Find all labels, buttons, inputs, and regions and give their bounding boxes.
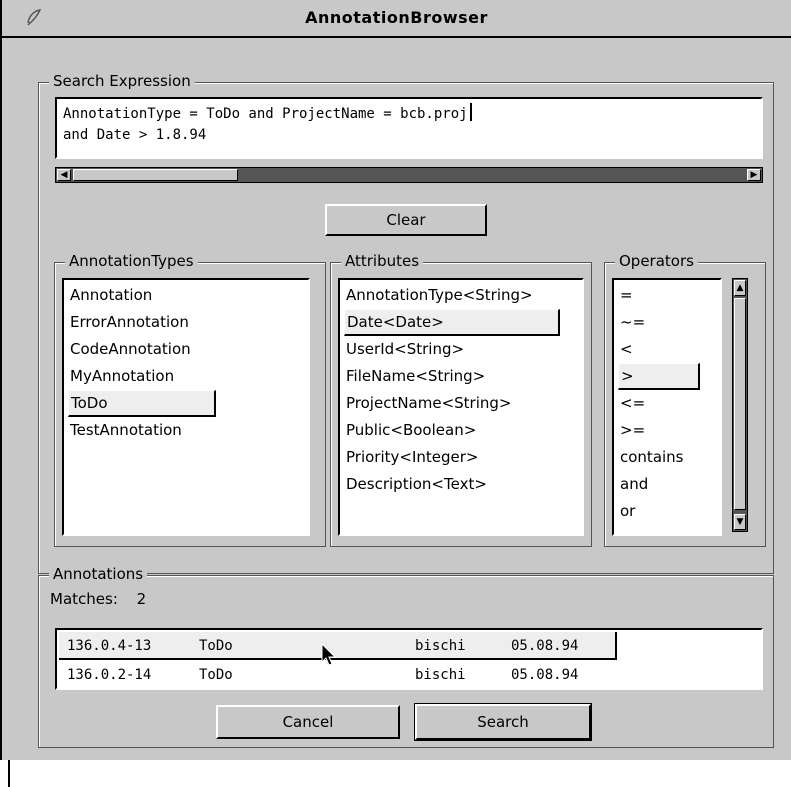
annotation-id: 136.0.4-13	[67, 638, 152, 654]
attributes-list[interactable]: AnnotationType<String> Date<Date> UserId…	[338, 278, 584, 536]
annotations-label: Annotations	[49, 565, 148, 583]
list-item[interactable]: contains	[618, 444, 684, 471]
matches-info: Matches: 2	[50, 590, 146, 608]
cancel-button[interactable]: Cancel	[216, 705, 400, 739]
list-item[interactable]: AnnotationType<String>	[344, 282, 533, 309]
annotation-types-label: AnnotationTypes	[65, 252, 198, 270]
scroll-down-icon[interactable]: ▼	[734, 514, 746, 530]
annotation-date: 05.08.94	[511, 667, 579, 683]
list-item-selected[interactable]: ToDo	[68, 390, 216, 417]
window-title: AnnotationBrowser	[305, 8, 488, 27]
annotation-type: ToDo	[199, 638, 233, 654]
list-item[interactable]: <	[618, 336, 633, 363]
list-item[interactable]: ErrorAnnotation	[68, 309, 189, 336]
annotation-type: ToDo	[199, 667, 233, 683]
operators-label: Operators	[615, 252, 698, 270]
list-item[interactable]: ProjectName<String>	[344, 390, 511, 417]
vscroll-thumb[interactable]	[734, 298, 746, 510]
search-expression-line-2: and Date > 1.8.94	[63, 127, 207, 143]
table-row[interactable]: 136.0.2-14 ToDo bischi 05.08.94	[59, 661, 619, 689]
list-item-selected[interactable]: Date<Date>	[344, 309, 560, 336]
list-item[interactable]: and	[618, 471, 648, 498]
annotation-id: 136.0.2-14	[67, 667, 152, 683]
list-item[interactable]: CodeAnnotation	[68, 336, 191, 363]
annotation-types-list[interactable]: Annotation ErrorAnnotation CodeAnnotatio…	[62, 278, 310, 536]
annotation-user: bischi	[415, 667, 466, 683]
mouse-pointer-icon	[321, 643, 337, 666]
scroll-up-icon[interactable]: ▲	[734, 280, 746, 296]
screen-background	[0, 760, 791, 787]
list-item[interactable]: or	[618, 498, 635, 525]
list-item[interactable]: Description<Text>	[344, 471, 487, 498]
search-expression-field[interactable]: AnnotationType = ToDo and ProjectName = …	[55, 97, 763, 159]
list-item-selected[interactable]: >	[618, 363, 700, 390]
list-item[interactable]: Public<Boolean>	[344, 417, 476, 444]
clear-button[interactable]: Clear	[325, 204, 487, 236]
matches-count: 2	[136, 590, 147, 608]
title-bar[interactable]: AnnotationBrowser	[2, 0, 791, 38]
list-item[interactable]: ~=	[618, 309, 645, 336]
annotation-browser-window: AnnotationBrowser Search Expression Anno…	[0, 0, 791, 787]
list-item[interactable]: >=	[618, 417, 645, 444]
scroll-right-icon[interactable]: ▶	[747, 169, 761, 181]
annotation-date: 05.08.94	[511, 638, 579, 654]
list-item[interactable]: <=	[618, 390, 645, 417]
operators-list[interactable]: = ~= < > <= >= contains and or	[612, 278, 722, 536]
list-item[interactable]: MyAnnotation	[68, 363, 174, 390]
window-edge	[8, 760, 10, 787]
annotations-results-list[interactable]: 136.0.4-13 ToDo bischi 05.08.94 136.0.2-…	[55, 628, 763, 690]
search-button[interactable]: Search	[415, 704, 591, 740]
scroll-left-icon[interactable]: ◀	[57, 169, 71, 181]
search-expression-label: Search Expression	[49, 72, 195, 90]
list-item[interactable]: =	[618, 282, 633, 309]
window-body: Search Expression AnnotationType = ToDo …	[10, 40, 785, 760]
hscroll-thumb[interactable]	[73, 169, 238, 181]
annotation-user: bischi	[415, 638, 466, 654]
list-item[interactable]: Annotation	[68, 282, 152, 309]
search-expression-line-1: AnnotationType = ToDo and ProjectName = …	[63, 106, 468, 122]
list-item[interactable]: Priority<Integer>	[344, 444, 478, 471]
search-expression-hscroll[interactable]: ◀ ▶	[55, 167, 763, 183]
text-caret	[469, 103, 472, 121]
matches-label: Matches:	[50, 590, 118, 608]
list-item[interactable]: UserId<String>	[344, 336, 464, 363]
list-item[interactable]: FileName<String>	[344, 363, 485, 390]
list-item[interactable]: TestAnnotation	[68, 417, 182, 444]
table-row[interactable]: 136.0.4-13 ToDo bischi 05.08.94	[59, 632, 617, 660]
operators-vscroll[interactable]: ▲ ▼	[732, 278, 748, 532]
attributes-label: Attributes	[341, 252, 424, 270]
